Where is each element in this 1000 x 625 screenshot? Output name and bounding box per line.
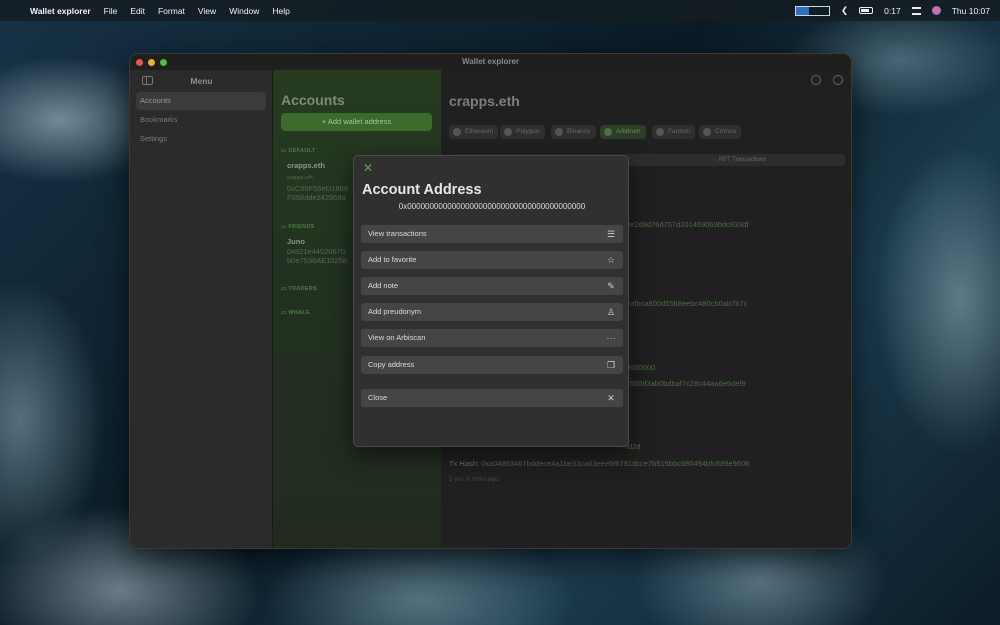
ellipsis-icon: ··· — [606, 333, 616, 343]
account-ens: crapps.eth — [287, 175, 313, 181]
group-header-default[interactable]: ▭ DEFAULT — [281, 148, 315, 154]
siri-icon[interactable] — [931, 6, 941, 15]
app-menu[interactable]: Wallet explorer — [30, 6, 91, 16]
menu-format[interactable]: Format — [158, 6, 185, 16]
copy-address-button[interactable]: Copy address ❐ — [361, 356, 623, 374]
menu-edit[interactable]: Edit — [130, 6, 145, 16]
list-icon: ☰ — [606, 229, 616, 239]
chain-tab-arbitrum[interactable]: Arbitrum — [600, 125, 646, 139]
account-name[interactable]: crapps.eth — [287, 161, 325, 170]
menu-bar: Wallet explorer File Edit Format View Wi… — [0, 0, 1000, 21]
add-to-favorite-button[interactable]: Add to favorite ☆ — [361, 251, 623, 269]
account-address-modal: ✕ Account Address 0x00000000000000000000… — [353, 155, 629, 447]
detail-title: crapps.eth — [449, 93, 520, 109]
action-label: Add to favorite — [368, 255, 417, 264]
clock[interactable]: Thu 10:07 — [952, 6, 990, 16]
traffic-lights — [136, 59, 167, 66]
menu-help[interactable]: Help — [272, 6, 289, 16]
add-note-button[interactable]: Add note ✎ — [361, 277, 623, 295]
status-widget[interactable] — [795, 5, 831, 16]
action-label: Copy address — [368, 360, 415, 369]
group-header-friends[interactable]: ▭ FRIENDS — [281, 224, 315, 230]
star-icon: ☆ — [606, 255, 616, 265]
action-label: Add note — [368, 281, 399, 290]
chain-tab-polygon[interactable]: Polygon — [500, 125, 545, 139]
control-center-icon[interactable] — [911, 6, 921, 15]
add-wallet-button[interactable]: + Add wallet address — [281, 113, 432, 131]
group-label: DEFAULT — [288, 148, 316, 154]
sidebar-title: Menu — [190, 76, 213, 86]
edit-note-icon: ✎ — [607, 281, 615, 291]
battery-icon[interactable] — [859, 7, 874, 14]
modal-title: Account Address — [362, 182, 482, 198]
group-label: WHALE — [288, 310, 310, 316]
chevron-left-icon[interactable]: ❮ — [841, 5, 848, 16]
action-label: Add preudonym — [368, 307, 421, 316]
sidebar-item-bookmarks[interactable]: Bookmarks — [136, 111, 266, 129]
tx-hash-fragment: 8e2d8d76d757d201469069bdc833df — [626, 220, 749, 229]
minimize-window-button[interactable] — [148, 59, 155, 66]
tx-hash-value[interactable]: 0xa04893467bddece4a1be33ca63eee5f6781dcc… — [481, 459, 749, 468]
chain-tab-binance[interactable]: Binance — [551, 125, 596, 139]
menu-window[interactable]: Window — [229, 6, 259, 16]
chain-tab-ethereum[interactable]: Ethereum — [449, 125, 499, 139]
action-label: Close — [368, 393, 388, 402]
modal-address: 0x00000000000000000000000000000000000000… — [398, 202, 586, 211]
tab-nft-transactions[interactable]: NFT Transactions — [719, 154, 766, 166]
battery-time: 0:17 — [884, 5, 901, 16]
history-icon[interactable] — [811, 75, 821, 85]
account-address-cont: b0e7536AE10258 — [287, 256, 348, 265]
window-title: Wallet explorer — [461, 57, 520, 66]
tx-time-ago: 2 yrs, 6 mths ago — [449, 476, 499, 483]
close-window-button[interactable] — [136, 59, 143, 66]
person-icon: ♙ — [606, 307, 616, 317]
add-pseudonym-button[interactable]: Add preudonym ♙ — [361, 303, 623, 321]
tx-hash-row[interactable]: Tx Hash: 0xa04893467bddece4a1be33ca63eee… — [449, 459, 749, 468]
chain-tab-cronos[interactable]: Cronos — [699, 125, 741, 139]
close-icon: ✕ — [607, 393, 615, 403]
tx-hash-fragment: 2afbca800d55b8eebc480cb0ab7b7c — [626, 299, 748, 308]
group-label: FRIENDS — [288, 224, 315, 230]
account-address-cont: F058dde242968a — [287, 193, 346, 202]
sidebar-item-accounts[interactable]: Accounts — [136, 92, 266, 110]
copy-icon: ❐ — [606, 360, 616, 370]
group-label: TRADERS — [288, 286, 318, 292]
account-address: 0xC65F56eD1869 — [287, 184, 348, 193]
tx-hash-label: Tx Hash: — [449, 459, 480, 468]
tx-value-fragment: 0000000 — [626, 363, 656, 372]
zoom-window-button[interactable] — [160, 59, 167, 66]
view-on-arbiscan-button[interactable]: View on Arbiscan ··· — [361, 329, 623, 347]
accounts-title: Accounts — [281, 92, 345, 108]
group-header-traders[interactable]: ▭ TRADERS — [281, 286, 317, 292]
more-icon[interactable] — [833, 75, 843, 85]
close-button[interactable]: Close ✕ — [361, 389, 623, 407]
action-label: View transactions — [368, 229, 427, 238]
sidebar-item-settings[interactable]: Settings — [136, 130, 266, 148]
account-name[interactable]: Juno — [287, 237, 305, 246]
group-header-whale[interactable]: ▭ WHALE — [281, 310, 310, 316]
chain-tab-fantom[interactable]: Fantom — [652, 125, 696, 139]
action-label: View on Arbiscan — [368, 333, 426, 342]
tx-hash-fragment: c550d3ab0bdbaf7c28c44aa6e5def9 — [626, 379, 746, 388]
sidebar: Menu Accounts Bookmarks Settings — [130, 70, 273, 548]
menu-file[interactable]: File — [104, 6, 118, 16]
close-icon[interactable]: ✕ — [362, 162, 374, 174]
account-address: 0x821e4402067D — [287, 247, 347, 256]
view-transactions-button[interactable]: View transactions ☰ — [361, 225, 623, 243]
menu-view[interactable]: View — [198, 6, 216, 16]
